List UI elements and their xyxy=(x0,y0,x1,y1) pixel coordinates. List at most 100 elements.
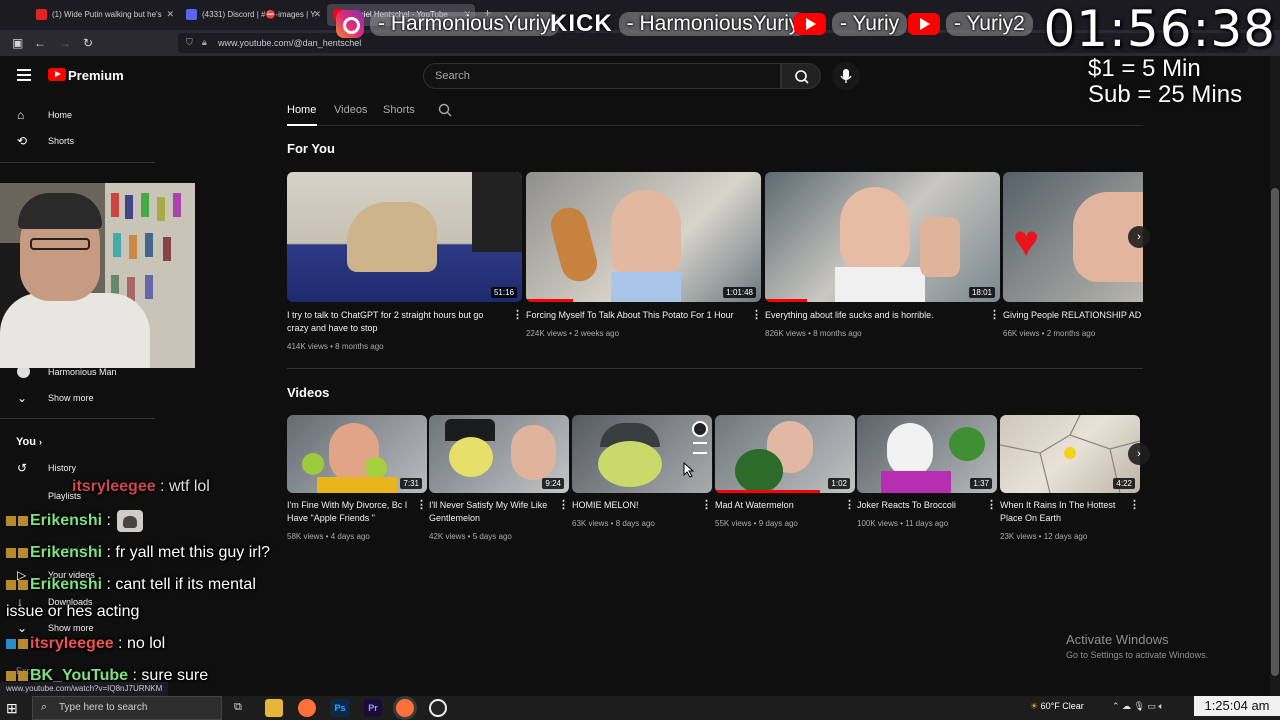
premiere-icon[interactable]: Pr xyxy=(364,699,382,717)
video-duration: 1:01:48 xyxy=(723,287,756,298)
more-options-icon[interactable]: ⋮ xyxy=(1129,498,1140,511)
browser-tab-2[interactable]: (4331) Discord | #⛔-images | Y ✕ xyxy=(180,4,325,26)
video-title[interactable]: Joker Reacts To Broccoli xyxy=(857,499,987,512)
premium-label[interactable]: Premium xyxy=(68,68,124,83)
scroll-right-button[interactable]: › xyxy=(1128,226,1150,248)
thumbnail-face xyxy=(511,425,556,480)
task-view-icon[interactable]: ⧉ xyxy=(234,701,242,714)
video-title[interactable]: I'll Never Satisfy My Wife Like Gentleme… xyxy=(429,499,559,525)
thumbnail-flower xyxy=(1064,447,1076,459)
chat-badge-icon xyxy=(18,670,28,681)
video-thumbnail[interactable]: 9:24 xyxy=(429,415,569,493)
video-thumbnail[interactable] xyxy=(572,415,712,493)
scroll-right-button[interactable]: › xyxy=(1128,443,1150,465)
firefox-active-icon[interactable] xyxy=(396,699,414,717)
instagram-handle: - HarmoniousYuriy xyxy=(370,12,559,36)
sidebar-divider xyxy=(0,418,155,419)
video-thumbnail[interactable]: 1:02 xyxy=(715,415,855,493)
weather-text: 60°F Clear xyxy=(1040,701,1084,711)
add-to-queue-icon[interactable] xyxy=(693,442,707,454)
video-duration: 51:16 xyxy=(490,287,517,298)
search-button[interactable] xyxy=(781,63,821,89)
scrollbar-thumb[interactable] xyxy=(1271,188,1279,676)
back-icon[interactable]: ← xyxy=(34,36,46,50)
taskbar-search-input[interactable]: ⌕ Type here to search xyxy=(32,696,222,720)
video-thumbnail[interactable]: ♥ xyxy=(1003,172,1143,302)
sidebar-item-home[interactable]: ⌂ Home xyxy=(0,102,156,128)
tab-title: (4331) Discord | #⛔-images | Y xyxy=(202,10,316,19)
watch-progress xyxy=(715,490,820,493)
chevron-right-icon: › xyxy=(1137,448,1141,460)
sidebar-you-heading[interactable]: You › xyxy=(16,436,42,448)
chevron-right-icon: › xyxy=(39,437,43,447)
close-tab-icon[interactable]: ✕ xyxy=(166,9,174,20)
chat-text: issue or hes acting xyxy=(6,603,140,620)
chat-message: Erikenshi : xyxy=(6,510,143,532)
video-title[interactable]: Everything about life sucks and is horri… xyxy=(765,309,990,322)
chat-username: itsryleegee xyxy=(30,635,114,652)
search-input[interactable]: Search xyxy=(423,63,781,89)
tab-videos[interactable]: Videos xyxy=(334,104,367,116)
weather-widget[interactable]: ☀ 60°F Clear xyxy=(1030,701,1084,712)
chat-text: : no lol xyxy=(113,635,166,652)
video-title[interactable]: HOMIE MELON! xyxy=(572,499,702,512)
more-options-icon[interactable]: ⋮ xyxy=(751,308,762,321)
firefox-icon[interactable] xyxy=(298,699,316,717)
chat-message-continued: issue or hes acting xyxy=(6,603,139,621)
video-title[interactable]: Mad At Watermelon xyxy=(715,499,845,512)
forward-icon[interactable]: → xyxy=(59,36,71,50)
tab-title: (1) Wide Putin walking but he's xyxy=(52,10,162,19)
lock-icon: 🔒︎ xyxy=(202,37,207,47)
more-options-icon[interactable]: ⋮ xyxy=(701,498,712,511)
video-title[interactable]: Giving People RELATIONSHIP AD xyxy=(1003,309,1143,322)
reload-icon[interactable]: ↻ xyxy=(83,36,93,50)
screen: (1) Wide Putin walking but he's ✕ (4331)… xyxy=(0,0,1280,720)
sidebar-toggle-icon[interactable]: ▣ xyxy=(12,36,23,50)
menu-icon[interactable] xyxy=(17,69,31,81)
more-options-icon[interactable]: ⋮ xyxy=(416,498,427,511)
browser-tab-1[interactable]: (1) Wide Putin walking but he's ✕ xyxy=(30,4,178,26)
more-options-icon[interactable]: ⋮ xyxy=(558,498,569,511)
youtube-logo-icon[interactable] xyxy=(48,68,66,81)
chat-badge-icon xyxy=(18,516,28,526)
tab-shorts[interactable]: Shorts xyxy=(383,104,415,116)
sidebar-item-shorts[interactable]: ⟲ Shorts xyxy=(0,128,156,154)
thumbnail-clown-face xyxy=(887,423,933,477)
microphone-icon xyxy=(840,69,852,83)
video-thumbnail[interactable]: 7:31 xyxy=(287,415,427,493)
tab-home[interactable]: Home xyxy=(287,104,316,116)
more-options-icon[interactable]: ⋮ xyxy=(512,308,523,321)
thumbnail-potato xyxy=(546,203,602,286)
obs-icon[interactable] xyxy=(429,699,447,717)
windows-start-icon[interactable]: ⊞ xyxy=(6,700,18,717)
chevron-down-icon: ⌄ xyxy=(17,391,28,405)
video-thumbnail[interactable]: 1:01:48 xyxy=(526,172,761,302)
close-tab-icon[interactable]: ✕ xyxy=(313,9,321,20)
video-thumbnail[interactable]: 18:01 xyxy=(765,172,1000,302)
thumbnail-watermelon xyxy=(735,449,783,493)
video-title[interactable]: I try to talk to ChatGPT for 2 straight … xyxy=(287,309,507,335)
thumbnail-melon xyxy=(449,437,493,477)
more-options-icon[interactable]: ⋮ xyxy=(986,498,997,511)
voice-search-button[interactable] xyxy=(832,62,860,90)
video-thumbnail[interactable]: 1:37 xyxy=(857,415,997,493)
channel-search-icon[interactable] xyxy=(438,103,452,117)
more-options-icon[interactable]: ⋮ xyxy=(989,308,1000,321)
video-title[interactable]: When It Rains In The Hottest Place On Ea… xyxy=(1000,499,1125,525)
webcam-cap xyxy=(18,193,102,229)
video-title[interactable]: I'm Fine With My Divorce, Bc I Have "App… xyxy=(287,499,417,525)
video-thumbnail[interactable]: 51:16 xyxy=(287,172,522,302)
video-title[interactable]: Forcing Myself To Talk About This Potato… xyxy=(526,309,751,322)
chat-badge-icon xyxy=(6,579,16,590)
thumbnail-apple xyxy=(302,453,324,475)
chat-badge-icon xyxy=(18,638,28,649)
photoshop-icon[interactable]: Ps xyxy=(331,699,349,717)
file-explorer-icon[interactable] xyxy=(265,699,283,717)
system-tray-icons[interactable]: ⌃ ☁ 🎙︎ ▭ 🔈︎ xyxy=(1112,701,1164,712)
kick-handle: - HarmoniousYuriy xyxy=(618,12,808,36)
video-thumbnail[interactable]: 4:22 xyxy=(1000,415,1140,493)
search-icon: ⌕ xyxy=(41,701,48,713)
sidebar-show-more-subscriptions[interactable]: ⌄ Show more xyxy=(0,385,156,411)
watch-later-icon[interactable] xyxy=(692,421,708,437)
more-options-icon[interactable]: ⋮ xyxy=(844,498,855,511)
